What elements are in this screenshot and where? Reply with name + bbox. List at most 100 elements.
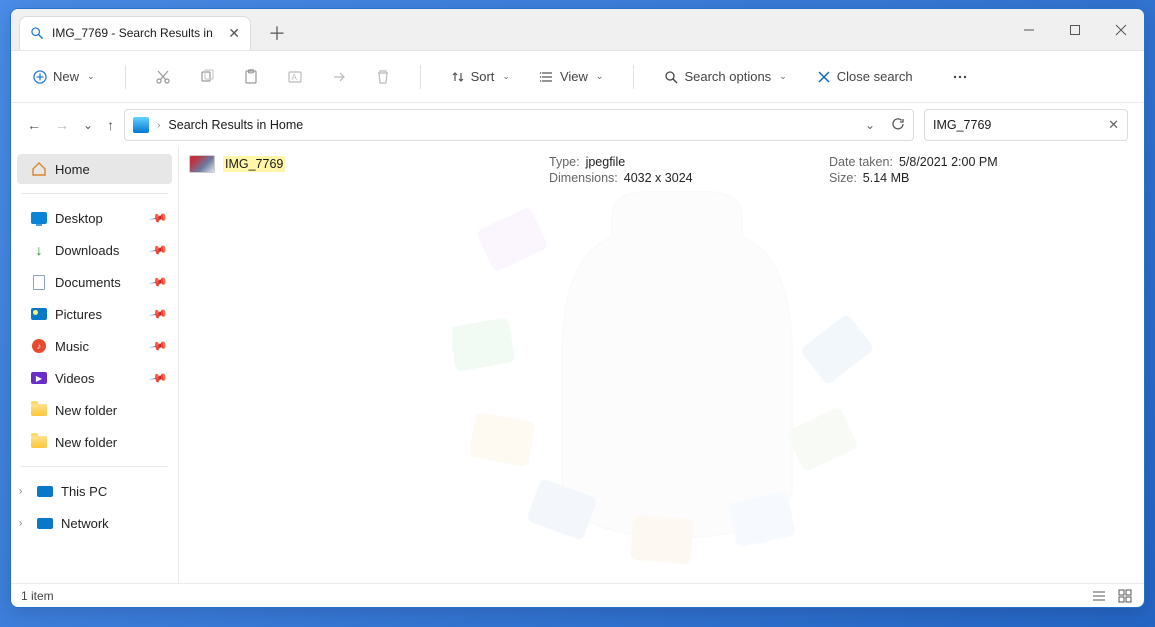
- meta-col-1: Type: jpegfile Dimensions: 4032 x 3024: [549, 155, 749, 185]
- share-icon: [331, 69, 347, 85]
- svg-text:A: A: [291, 73, 297, 82]
- new-tab-button[interactable]: ＋: [257, 16, 297, 50]
- copy-button[interactable]: [192, 62, 222, 92]
- meta-col-2: Date taken: 5/8/2021 2:00 PM Size: 5.14 …: [829, 155, 1029, 185]
- size-label: Size:: [829, 171, 857, 185]
- sidebar-item-newfolder-1[interactable]: New folder: [17, 395, 172, 425]
- thumbnails-view-button[interactable]: [1116, 587, 1134, 605]
- delete-button[interactable]: [368, 62, 398, 92]
- close-search-label: Close search: [837, 69, 913, 84]
- sidebar-item-desktop[interactable]: Desktop 📌: [17, 203, 172, 233]
- pin-icon: 📌: [148, 336, 168, 356]
- sidebar-item-downloads[interactable]: ↓ Downloads 📌: [17, 235, 172, 265]
- search-result-row[interactable]: IMG_7769 Type: jpegfile Dimensions: 4032…: [189, 155, 1124, 185]
- videos-icon: ▶: [31, 370, 47, 386]
- close-tab-button[interactable]: ✕: [228, 25, 240, 42]
- maximize-button[interactable]: [1052, 9, 1098, 51]
- refresh-button[interactable]: [891, 117, 905, 134]
- search-box[interactable]: IMG_7769 ✕: [924, 109, 1128, 141]
- sidebar-item-label: Documents: [55, 275, 121, 290]
- share-button[interactable]: [324, 62, 354, 92]
- pin-icon: 📌: [148, 208, 168, 228]
- cut-button[interactable]: [148, 62, 178, 92]
- tab-current[interactable]: IMG_7769 - Search Results in ✕: [19, 16, 251, 50]
- new-button[interactable]: New ⌄: [25, 63, 103, 90]
- search-options-button[interactable]: Search options ⌄: [656, 63, 794, 90]
- search-value: IMG_7769: [933, 118, 991, 132]
- path-text: Search Results in Home: [168, 118, 303, 132]
- folder-icon: [31, 434, 47, 450]
- rename-icon: A: [287, 69, 303, 85]
- sidebar-separator: [21, 193, 168, 194]
- window-controls: [1006, 9, 1144, 51]
- separator: [420, 65, 421, 89]
- view-button[interactable]: View ⌄: [532, 63, 612, 90]
- home-icon: [31, 161, 47, 177]
- watermark-graphic: [179, 157, 1144, 583]
- statusbar: 1 item: [11, 583, 1144, 607]
- sidebar-item-music[interactable]: ♪ Music 📌: [17, 331, 172, 361]
- size-value: 5.14 MB: [863, 171, 910, 185]
- sidebar-item-videos[interactable]: ▶ Videos 📌: [17, 363, 172, 393]
- sidebar: Home Desktop 📌 ↓ Downloads 📌 Documents 📌…: [11, 147, 179, 583]
- view-icon: [540, 70, 554, 84]
- paste-button[interactable]: [236, 62, 266, 92]
- separator: [125, 65, 126, 89]
- sidebar-item-label: Videos: [55, 371, 95, 386]
- chevron-right-icon: ›: [157, 120, 160, 131]
- downloads-icon: ↓: [31, 242, 47, 258]
- pin-icon: 📌: [148, 304, 168, 324]
- path-box[interactable]: › Search Results in Home ⌄: [124, 109, 914, 141]
- new-label: New: [53, 69, 79, 84]
- sidebar-item-label: Network: [61, 516, 109, 531]
- body: Home Desktop 📌 ↓ Downloads 📌 Documents 📌…: [11, 147, 1144, 583]
- chevron-right-icon: ›: [19, 518, 22, 529]
- pin-icon: 📌: [148, 272, 168, 292]
- sidebar-item-home[interactable]: Home: [17, 154, 172, 184]
- search-options-label: Search options: [684, 69, 771, 84]
- scissors-icon: [155, 69, 171, 85]
- sidebar-item-thispc[interactable]: › This PC: [17, 476, 172, 506]
- search-icon: [30, 26, 44, 40]
- date-value: 5/8/2021 2:00 PM: [899, 155, 998, 169]
- type-label: Type:: [549, 155, 580, 169]
- forward-button[interactable]: →: [55, 117, 69, 133]
- chevron-down-icon: ⌄: [779, 71, 787, 82]
- dimensions-label: Dimensions:: [549, 171, 618, 185]
- chevron-down-icon: ⌄: [502, 71, 510, 82]
- sidebar-item-label: New folder: [55, 435, 117, 450]
- clear-search-button[interactable]: ✕: [1108, 117, 1119, 133]
- close-search-button[interactable]: Close search: [809, 63, 921, 90]
- rename-button[interactable]: A: [280, 62, 310, 92]
- sidebar-item-documents[interactable]: Documents 📌: [17, 267, 172, 297]
- toolbar: New ⌄ A: [11, 51, 1144, 103]
- sidebar-item-newfolder-2[interactable]: New folder: [17, 427, 172, 457]
- network-icon: [37, 515, 53, 531]
- view-label: View: [560, 69, 588, 84]
- trash-icon: [375, 69, 391, 85]
- back-button[interactable]: ←: [27, 117, 41, 133]
- music-icon: ♪: [31, 338, 47, 354]
- dimensions-value: 4032 x 3024: [624, 171, 693, 185]
- sort-button[interactable]: Sort ⌄: [443, 63, 518, 90]
- details-view-button[interactable]: [1090, 587, 1108, 605]
- pin-icon: 📌: [148, 240, 168, 260]
- more-button[interactable]: [945, 62, 975, 92]
- refresh-icon: [891, 117, 905, 131]
- date-label: Date taken:: [829, 155, 893, 169]
- sidebar-item-network[interactable]: › Network: [17, 508, 172, 538]
- minimize-button[interactable]: [1006, 9, 1052, 51]
- sidebar-item-pictures[interactable]: Pictures 📌: [17, 299, 172, 329]
- chevron-down-icon: ⌄: [87, 71, 95, 82]
- up-button[interactable]: ↑: [107, 117, 114, 133]
- pc-icon: [37, 483, 53, 499]
- sidebar-item-label: Desktop: [55, 211, 103, 226]
- pin-icon: 📌: [148, 368, 168, 388]
- recent-locations-button[interactable]: ⌄: [83, 118, 93, 132]
- documents-icon: [31, 274, 47, 290]
- path-dropdown-button[interactable]: ⌄: [865, 118, 875, 132]
- grid-view-icon: [1118, 589, 1132, 603]
- close-window-button[interactable]: [1098, 9, 1144, 51]
- desktop-icon: [31, 210, 47, 226]
- addressbar: ← → ⌄ ↑ › Search Results in Home ⌄ IMG_7…: [11, 103, 1144, 147]
